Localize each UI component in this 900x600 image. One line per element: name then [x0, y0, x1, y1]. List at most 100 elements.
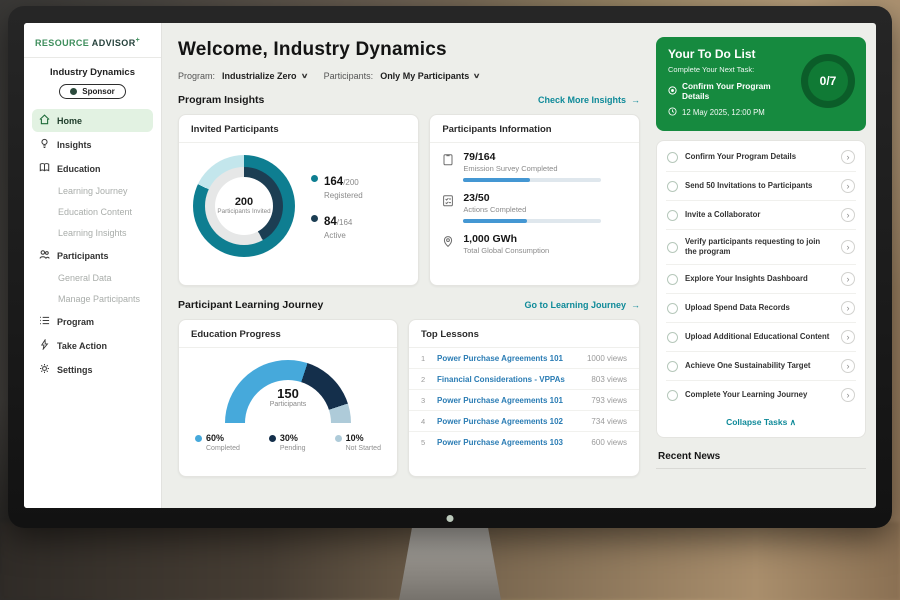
- sponsor-badge[interactable]: Sponsor: [59, 84, 125, 99]
- donut-center-label: Participants Invited: [217, 208, 270, 216]
- chevron-right-icon[interactable]: ›: [841, 240, 855, 254]
- stat-row-consumption: 1,000 GWh Total Global Consumption: [430, 225, 639, 257]
- todo-progress-ring: 0/7: [801, 54, 855, 108]
- pending-label: Pending: [269, 445, 306, 452]
- sidebar-item-manage-participants[interactable]: Manage Participants: [32, 289, 153, 309]
- stat-row-emission-survey: 79/164 Emission Survey Completed: [430, 143, 639, 184]
- task-checkbox[interactable]: [667, 390, 678, 401]
- lesson-views: 734 views: [591, 417, 627, 426]
- task-row[interactable]: Send 50 Invitations to Participants ›: [666, 172, 856, 201]
- sidebar-item-take-action[interactable]: Take Action: [32, 334, 153, 357]
- sidebar-item-education-content[interactable]: Education Content: [32, 202, 153, 222]
- active-label: Active: [324, 231, 352, 240]
- task-checkbox[interactable]: [667, 332, 678, 343]
- task-checkbox[interactable]: [667, 152, 678, 163]
- task-row[interactable]: Verify participants requesting to join t…: [666, 230, 856, 265]
- section-title: Participant Learning Journey: [178, 299, 323, 311]
- not-started-pct: 10%: [346, 433, 364, 443]
- progress-track: [463, 178, 601, 182]
- chevron-right-icon[interactable]: ›: [841, 208, 855, 222]
- chevron-right-icon[interactable]: ›: [841, 150, 855, 164]
- lesson-row[interactable]: 3 Power Purchase Agreements 101 793 view…: [409, 390, 639, 411]
- sidebar-item-insights[interactable]: Insights: [32, 133, 153, 156]
- sidebar-item-education[interactable]: Education: [32, 157, 153, 180]
- program-filter-dropdown[interactable]: Industrialize Zero ∨: [222, 71, 307, 81]
- lesson-link[interactable]: Financial Considerations - VPPAs: [437, 375, 583, 384]
- invited-card-body: 200 Participants Invited 164/200: [179, 143, 418, 257]
- stat-value: 1,000 GWh: [463, 233, 549, 245]
- progress-fill: [463, 178, 529, 182]
- lesson-link[interactable]: Power Purchase Agreements 103: [437, 438, 583, 447]
- card-title: Education Progress: [179, 320, 397, 348]
- participants-filter-label: Participants:: [324, 71, 374, 81]
- registered-value: 164: [324, 176, 343, 188]
- completed-label: Completed: [195, 445, 240, 452]
- task-row[interactable]: Explore Your Insights Dashboard ›: [666, 265, 856, 294]
- active-value: 84: [324, 216, 337, 228]
- sponsor-badge-label: Sponsor: [82, 87, 114, 96]
- donut-center-value: 200: [235, 196, 253, 208]
- card-title: Top Lessons: [409, 320, 639, 348]
- task-row[interactable]: Confirm Your Program Details ›: [666, 143, 856, 172]
- sidebar-item-label: Home: [57, 116, 82, 126]
- chevron-right-icon[interactable]: ›: [841, 330, 855, 344]
- todo-due-label: 12 May 2025, 12:00 PM: [682, 108, 765, 117]
- lesson-link[interactable]: Power Purchase Agreements 102: [437, 417, 583, 426]
- lesson-link[interactable]: Power Purchase Agreements 101: [437, 354, 579, 363]
- lesson-row[interactable]: 2 Financial Considerations - VPPAs 803 v…: [409, 369, 639, 390]
- lesson-row[interactable]: 1 Power Purchase Agreements 101 1000 vie…: [409, 348, 639, 369]
- sidebar-item-label: Settings: [57, 365, 93, 375]
- app-logo: RESOURCE ADVISOR+: [32, 37, 153, 48]
- task-row[interactable]: Complete Your Learning Journey ›: [666, 381, 856, 409]
- sidebar-item-settings[interactable]: Settings: [32, 358, 153, 381]
- sidebar-item-learning-journey[interactable]: Learning Journey: [32, 181, 153, 201]
- chevron-right-icon[interactable]: ›: [841, 359, 855, 373]
- chevron-right-icon[interactable]: ›: [841, 388, 855, 402]
- sidebar-item-home[interactable]: Home: [32, 109, 153, 132]
- task-row[interactable]: Upload Additional Educational Content ›: [666, 323, 856, 352]
- task-row[interactable]: Upload Spend Data Records ›: [666, 294, 856, 323]
- stat-value: 23/50: [463, 192, 601, 204]
- todo-next-task-label: Confirm Your Program Details: [682, 81, 796, 101]
- learning-journey-header: Participant Learning Journey Go to Learn…: [178, 299, 640, 311]
- sidebar-nav: Home Insights Education Learning Journey: [32, 109, 153, 381]
- lesson-row[interactable]: 5 Power Purchase Agreements 103 600 view…: [409, 432, 639, 452]
- recent-news-heading: Recent News: [656, 447, 866, 469]
- location-pin-icon: [442, 233, 455, 255]
- check-more-insights-link[interactable]: Check More Insights →: [538, 95, 640, 105]
- registered-dot: [311, 175, 318, 182]
- task-checkbox[interactable]: [667, 303, 678, 314]
- sidebar-item-label: Insights: [57, 140, 92, 150]
- task-label: Send 50 Invitations to Participants: [685, 181, 834, 191]
- invited-participants-card: Invited Participants 200 Participants In…: [178, 114, 419, 286]
- chevron-right-icon[interactable]: ›: [841, 301, 855, 315]
- task-checkbox[interactable]: [667, 181, 678, 192]
- task-checkbox[interactable]: [667, 361, 678, 372]
- sidebar-item-program[interactable]: Program: [32, 310, 153, 333]
- logo-plus: +: [136, 37, 141, 44]
- chevron-right-icon[interactable]: ›: [841, 272, 855, 286]
- sidebar-item-label: Take Action: [57, 341, 107, 351]
- task-checkbox[interactable]: [667, 210, 678, 221]
- learning-cards-row: Education Progress 150 Participants 60: [178, 319, 640, 477]
- card-title: Participants Information: [430, 115, 639, 143]
- task-row[interactable]: Achieve One Sustainability Target ›: [666, 352, 856, 381]
- sidebar-item-general-data[interactable]: General Data: [32, 268, 153, 288]
- sidebar-item-label: Participants: [57, 251, 109, 261]
- participants-filter-dropdown[interactable]: Only My Participants ∨: [380, 71, 479, 81]
- collapse-tasks-link[interactable]: Collapse Tasks ∧: [666, 409, 856, 435]
- task-checkbox[interactable]: [667, 274, 678, 285]
- participants-information-card: Participants Information 79/164 Emission…: [429, 114, 640, 286]
- education-gauge: 150 Participants: [225, 360, 351, 423]
- chevron-right-icon[interactable]: ›: [841, 179, 855, 193]
- sidebar-item-participants[interactable]: Participants: [32, 244, 153, 267]
- go-to-learning-journey-link[interactable]: Go to Learning Journey →: [524, 300, 640, 310]
- task-checkbox[interactable]: [667, 242, 678, 253]
- lesson-row[interactable]: 4 Power Purchase Agreements 102 734 view…: [409, 411, 639, 432]
- pending-dot: [269, 435, 276, 442]
- sidebar-item-learning-insights[interactable]: Learning Insights: [32, 223, 153, 243]
- lesson-link[interactable]: Power Purchase Agreements 101: [437, 396, 583, 405]
- active-total: /164: [337, 218, 353, 227]
- task-row[interactable]: Invite a Collaborator ›: [666, 201, 856, 230]
- checklist-icon: [442, 192, 455, 223]
